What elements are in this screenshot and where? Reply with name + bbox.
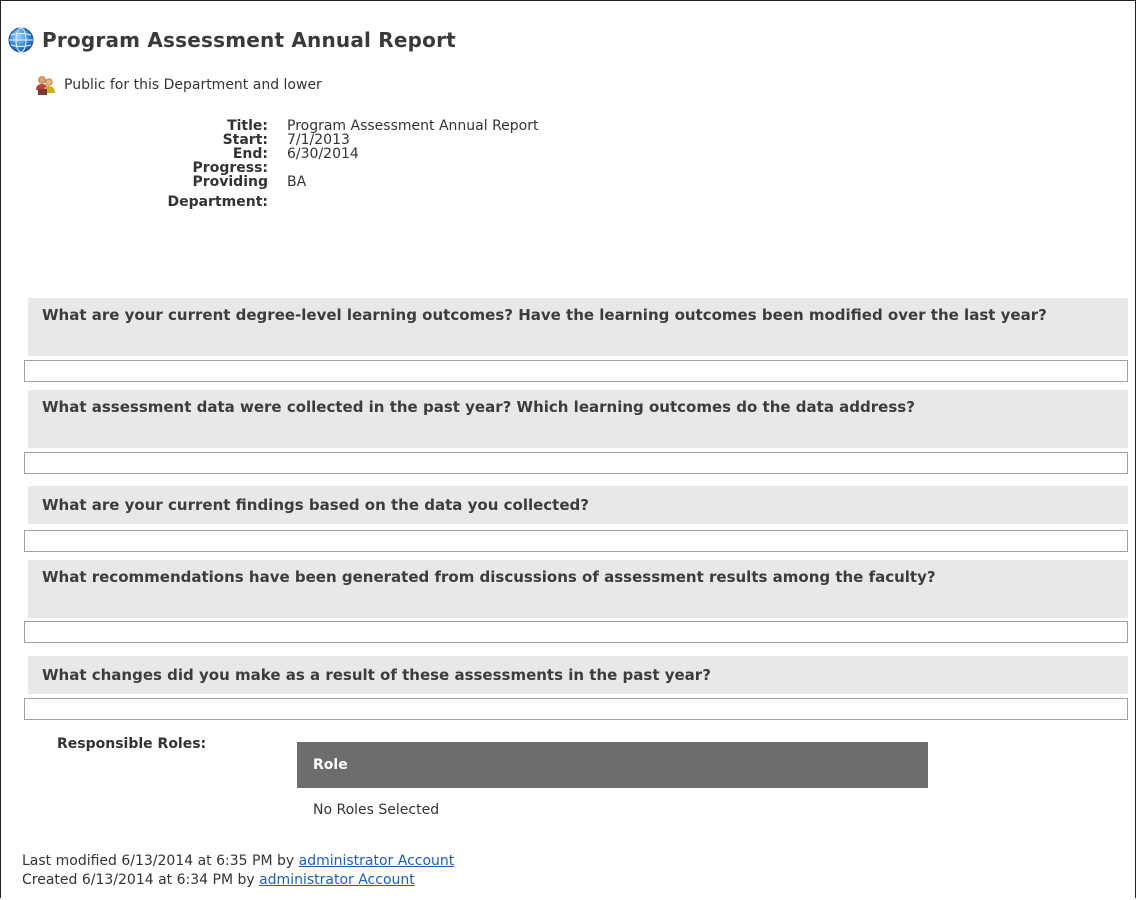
roles-table: Role No Roles Selected (297, 742, 928, 818)
visibility-text: Public for this Department and lower (64, 77, 322, 93)
providing-department-value: BA (287, 174, 307, 190)
created-by-link[interactable]: administrator Account (259, 872, 415, 888)
question-1: What are your current degree-level learn… (28, 298, 1128, 356)
answer-field-2[interactable] (24, 452, 1128, 474)
visibility-notice: Public for this Department and lower (34, 72, 322, 98)
last-modified-line: Last modified 6/13/2014 at 6:35 PM by ad… (22, 852, 454, 871)
globe-icon (8, 27, 34, 53)
answer-field-5[interactable] (24, 698, 1128, 720)
modified-by-link[interactable]: administrator Account (299, 853, 455, 869)
roles-table-header: Role (297, 742, 928, 788)
created-line: Created 6/13/2014 at 6:34 PM by administ… (22, 871, 454, 890)
responsible-roles-label: Responsible Roles: (57, 736, 207, 752)
providing-department-label-line2: Department: (167, 194, 268, 210)
answer-field-1[interactable] (24, 360, 1128, 382)
question-4: What recommendations have been generated… (28, 560, 1128, 618)
question-2: What assessment data were collected in t… (28, 390, 1128, 448)
role-column-header: Role (313, 757, 348, 773)
answer-field-4[interactable] (24, 621, 1128, 643)
last-modified-text: Last modified 6/13/2014 at 6:35 PM by (22, 853, 295, 869)
created-text: Created 6/13/2014 at 6:34 PM by (22, 872, 255, 888)
question-3: What are your current findings based on … (28, 486, 1128, 524)
end-value: 6/30/2014 (287, 146, 359, 162)
question-5: What changes did you make as a result of… (28, 656, 1128, 694)
people-icon (36, 76, 55, 95)
roles-empty-message: No Roles Selected (313, 802, 440, 818)
audit-footer: Last modified 6/13/2014 at 6:35 PM by ad… (22, 852, 454, 890)
page-title: Program Assessment Annual Report (42, 28, 456, 52)
providing-department-label-line1: Providing (192, 174, 268, 190)
page-header: Program Assessment Annual Report (8, 24, 456, 56)
answer-field-3[interactable] (24, 530, 1128, 552)
